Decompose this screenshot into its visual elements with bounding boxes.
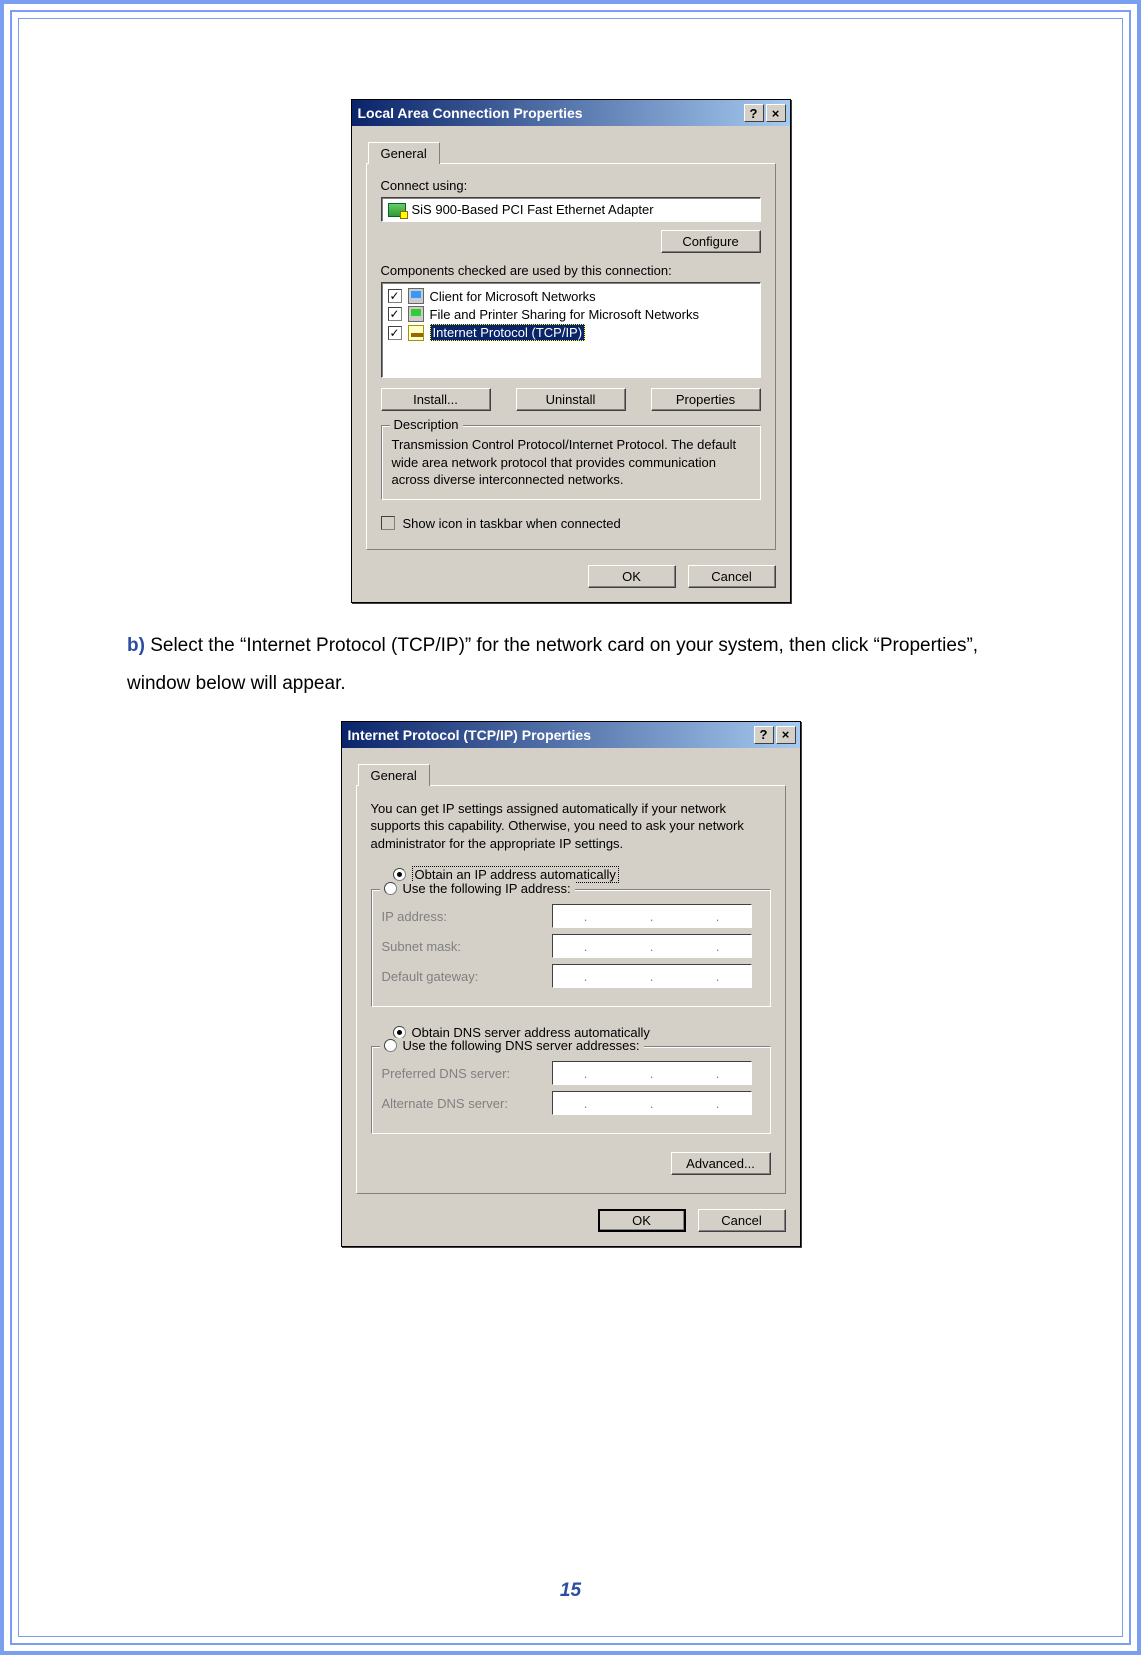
- adapter-name: SiS 900-Based PCI Fast Ethernet Adapter: [412, 202, 654, 217]
- ip-address-label: IP address:: [382, 909, 552, 924]
- preferred-dns-input[interactable]: ...: [552, 1061, 752, 1085]
- checkbox-icon[interactable]: ✓: [388, 307, 402, 321]
- close-button[interactable]: ×: [766, 104, 786, 122]
- tab-general[interactable]: General: [358, 764, 430, 786]
- page-mid-border: Local Area Connection Properties ? × Gen…: [10, 10, 1131, 1645]
- cancel-button[interactable]: Cancel: [698, 1209, 786, 1232]
- checkbox-icon[interactable]: ✓: [388, 289, 402, 303]
- components-label: Components checked are used by this conn…: [381, 263, 761, 278]
- alternate-dns-label: Alternate DNS server:: [382, 1096, 552, 1111]
- subnet-mask-label: Subnet mask:: [382, 939, 552, 954]
- titlebar: Internet Protocol (TCP/IP) Properties ? …: [342, 722, 800, 748]
- checkbox-icon[interactable]: ✓: [388, 326, 402, 340]
- dialog-title: Local Area Connection Properties: [358, 105, 583, 121]
- alternate-dns-input[interactable]: ...: [552, 1091, 752, 1115]
- cancel-button[interactable]: Cancel: [688, 565, 776, 588]
- tab-general-label: General: [371, 768, 417, 783]
- default-gateway-label: Default gateway:: [382, 969, 552, 984]
- components-listbox[interactable]: ✓ Client for Microsoft Networks ✓ File a…: [381, 282, 761, 378]
- intro-text: You can get IP settings assigned automat…: [371, 800, 771, 853]
- component-item[interactable]: ✓ File and Printer Sharing for Microsoft…: [388, 305, 754, 323]
- description-legend: Description: [390, 417, 463, 432]
- advanced-button[interactable]: Advanced...: [671, 1152, 771, 1175]
- tab-general[interactable]: General: [368, 142, 440, 164]
- help-button[interactable]: ?: [744, 104, 764, 122]
- titlebar: Local Area Connection Properties ? ×: [352, 100, 790, 126]
- page-outer-border: Local Area Connection Properties ? × Gen…: [0, 0, 1141, 1655]
- description-group: Description Transmission Control Protoco…: [381, 425, 761, 500]
- share-icon: [408, 306, 424, 322]
- page-content: Local Area Connection Properties ? × Gen…: [18, 18, 1123, 1637]
- default-gateway-input[interactable]: ...: [552, 964, 752, 988]
- cancel-button-label: Cancel: [711, 569, 751, 584]
- connect-using-label: Connect using:: [381, 178, 761, 193]
- component-label: Client for Microsoft Networks: [430, 289, 596, 304]
- use-dns-group: Use the following DNS server addresses: …: [371, 1046, 771, 1134]
- properties-button[interactable]: Properties: [651, 388, 761, 411]
- help-button[interactable]: ?: [754, 726, 774, 744]
- step-label: b): [127, 635, 145, 656]
- ip-address-input[interactable]: ...: [552, 904, 752, 928]
- network-adapter-icon: [388, 203, 406, 217]
- close-button[interactable]: ×: [776, 726, 796, 744]
- description-text: Transmission Control Protocol/Internet P…: [392, 436, 750, 489]
- component-label: File and Printer Sharing for Microsoft N…: [430, 307, 699, 322]
- configure-button[interactable]: Configure: [661, 230, 761, 253]
- properties-button-label: Properties: [676, 392, 735, 407]
- radio-use-dns-label: Use the following DNS server addresses:: [403, 1038, 640, 1053]
- component-label-selected: Internet Protocol (TCP/IP): [430, 324, 586, 341]
- tcpip-properties-dialog: Internet Protocol (TCP/IP) Properties ? …: [341, 721, 801, 1248]
- instruction-body: Select the “Internet Protocol (TCP/IP)” …: [127, 635, 978, 694]
- ok-button-label: OK: [632, 1213, 651, 1228]
- page-number: 15: [19, 1580, 1122, 1602]
- adapter-box: SiS 900-Based PCI Fast Ethernet Adapter: [381, 197, 761, 222]
- tab-general-label: General: [381, 146, 427, 161]
- dialog-title: Internet Protocol (TCP/IP) Properties: [348, 727, 591, 743]
- lan-properties-dialog: Local Area Connection Properties ? × Gen…: [351, 99, 791, 603]
- cancel-button-label: Cancel: [721, 1213, 761, 1228]
- show-icon-checkbox[interactable]: [381, 516, 395, 530]
- uninstall-button[interactable]: Uninstall: [516, 388, 626, 411]
- show-icon-label: Show icon in taskbar when connected: [403, 516, 621, 531]
- radio-use-ip[interactable]: [384, 882, 397, 895]
- radio-use-dns[interactable]: [384, 1039, 397, 1052]
- radio-use-ip-label: Use the following IP address:: [403, 881, 571, 896]
- preferred-dns-label: Preferred DNS server:: [382, 1066, 552, 1081]
- component-item[interactable]: ✓ Internet Protocol (TCP/IP): [388, 323, 754, 342]
- install-button-label: Install...: [413, 392, 458, 407]
- uninstall-button-label: Uninstall: [546, 392, 596, 407]
- ok-button-label: OK: [622, 569, 641, 584]
- configure-button-label: Configure: [682, 234, 738, 249]
- subnet-mask-input[interactable]: ...: [552, 934, 752, 958]
- instruction-text: b) Select the “Internet Protocol (TCP/IP…: [127, 627, 1022, 703]
- component-item[interactable]: ✓ Client for Microsoft Networks: [388, 287, 754, 305]
- advanced-button-label: Advanced...: [686, 1156, 755, 1171]
- client-icon: [408, 288, 424, 304]
- ok-button[interactable]: OK: [598, 1209, 686, 1232]
- install-button[interactable]: Install...: [381, 388, 491, 411]
- protocol-icon: [408, 325, 424, 341]
- radio-icon: [393, 868, 406, 881]
- ok-button[interactable]: OK: [588, 565, 676, 588]
- use-ip-group: Use the following IP address: IP address…: [371, 889, 771, 1007]
